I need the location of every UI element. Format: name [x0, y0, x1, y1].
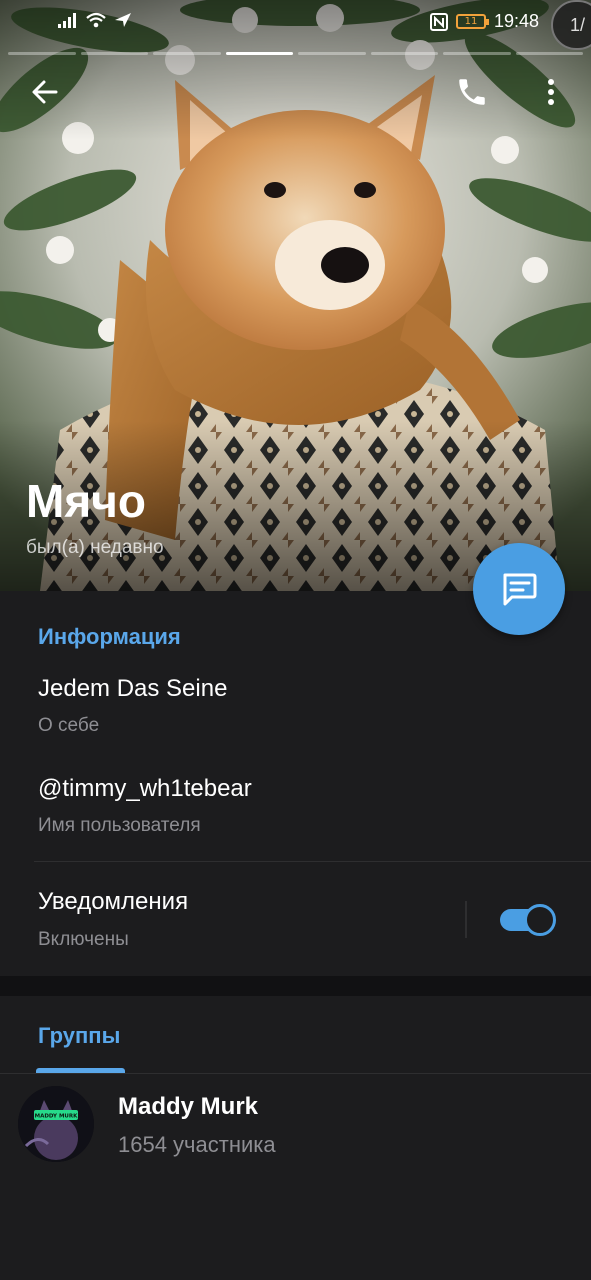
section-separator: [0, 976, 591, 996]
arrow-left-icon: [32, 80, 58, 104]
phone-icon: [459, 79, 485, 105]
photo-segment: [8, 52, 76, 55]
back-button[interactable]: [21, 68, 69, 116]
notifications-toggle[interactable]: [500, 903, 556, 937]
toggle-knob: [524, 904, 556, 936]
group-list-item[interactable]: MADDY MURK Maddy Murk 1654 участника: [0, 1076, 591, 1172]
groups-section: Группы MADDY MURK Maddy Murk 1654 участн…: [0, 996, 591, 1280]
more-options-button[interactable]: [527, 68, 575, 116]
bio-label: О себе: [38, 715, 100, 736]
wifi-icon: [86, 12, 106, 28]
more-vertical-icon: [548, 79, 554, 105]
bio-value[interactable]: Jedem Das Seine: [38, 675, 227, 703]
notifications-label[interactable]: Уведомления: [38, 888, 188, 916]
send-message-button[interactable]: [473, 543, 565, 635]
photo-segment: [80, 52, 148, 55]
message-icon: [503, 573, 537, 606]
profile-name: Мячо: [26, 475, 146, 527]
info-section: Информация Jedem Das Seine О себе @timmy…: [0, 591, 591, 976]
tabs-divider: [0, 1073, 591, 1074]
photo-progress-segments: [8, 52, 583, 55]
page-indicator[interactable]: 1/: [551, 0, 591, 50]
status-bar: 11 19:48 1/: [0, 0, 591, 50]
nfc-icon: [429, 12, 448, 31]
username-label: Имя пользователя: [38, 815, 201, 836]
status-right-icons: 11 19:48: [429, 11, 539, 32]
photo-segment: [153, 52, 221, 55]
signal-icon: [58, 13, 76, 28]
group-avatar: MADDY MURK: [18, 1086, 94, 1162]
photo-segment: [225, 52, 293, 55]
clock: 19:48: [493, 11, 539, 31]
photo-segment: [370, 52, 438, 55]
battery-icon: 11: [455, 14, 489, 29]
photo-segment: [515, 52, 583, 55]
info-section-title: Информация: [38, 624, 181, 649]
group-member-count: 1654 участника: [118, 1132, 276, 1157]
location-arrow-icon: [115, 13, 131, 27]
notifications-status: Включены: [38, 929, 129, 950]
group-avatar-text: MADDY MURK: [35, 1114, 79, 1120]
status-left-icons: [58, 12, 132, 28]
username-value[interactable]: @timmy_wh1tebear: [38, 775, 252, 803]
group-avatar-image: MADDY MURK: [18, 1086, 94, 1162]
info-divider: [34, 861, 591, 862]
photo-segment: [443, 52, 511, 55]
call-button[interactable]: [448, 68, 496, 116]
profile-last-seen: был(а) недавно: [26, 537, 164, 558]
notifications-separator: [465, 901, 467, 938]
group-name: Maddy Murk: [118, 1093, 259, 1120]
photo-segment: [298, 52, 366, 55]
tab-groups[interactable]: Группы: [38, 1023, 120, 1049]
